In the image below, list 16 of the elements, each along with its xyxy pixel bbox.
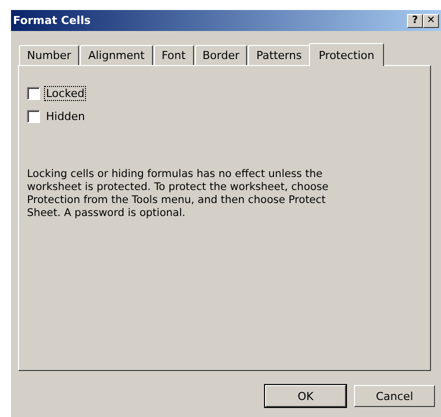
cancel-button[interactable]: Cancel xyxy=(354,385,435,407)
ok-button[interactable]: OK xyxy=(265,385,346,407)
window-title: Format Cells xyxy=(13,14,92,27)
tab[interactable]: Protection xyxy=(308,43,384,66)
checkbox-label[interactable]: Locked xyxy=(44,86,86,101)
info-text: Locking cells or hiding formulas has no effect unless the worksheet is protected. To protect the worksheet, choose Protection from the Tools menu, and then choose Protect Sheet. A password is optional. xyxy=(27,168,330,220)
checkbox[interactable] xyxy=(27,87,40,100)
tab[interactable]: Border xyxy=(194,45,248,65)
tab[interactable]: Patterns xyxy=(248,45,310,65)
checkbox[interactable] xyxy=(27,110,40,123)
tab[interactable]: Alignment xyxy=(80,45,153,65)
tab[interactable]: Font xyxy=(154,45,194,65)
close-button[interactable]: ✕ xyxy=(423,14,439,28)
help-button[interactable]: ? xyxy=(407,14,423,28)
checkbox-label[interactable]: Hidden xyxy=(44,109,88,124)
tab[interactable]: Number xyxy=(19,45,80,65)
